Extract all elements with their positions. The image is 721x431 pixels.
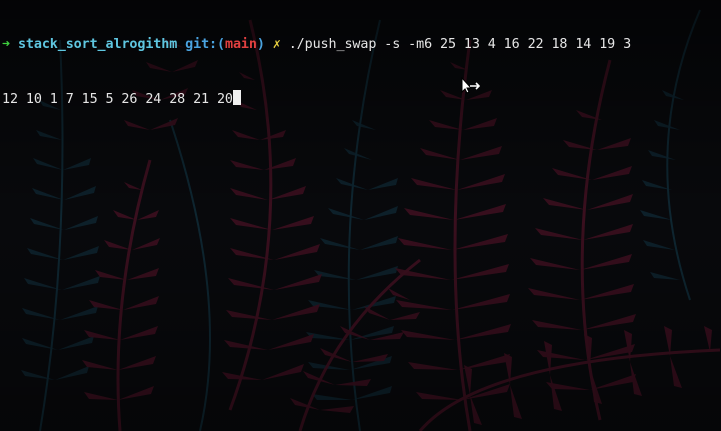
command-continuation-line: 12 10 1 7 15 5 26 24 28 21 20: [0, 90, 721, 108]
prompt-line: ➜ stack_sort_alrogithm git:(main) ✗ ./pu…: [0, 36, 721, 54]
git-label: git:: [185, 37, 218, 52]
resize-arrow-pointer-icon: [461, 77, 480, 94]
terminal-window[interactable]: ➜ stack_sort_alrogithm git:(main) ✗ ./pu…: [0, 0, 721, 431]
command-continuation: 12 10 1 7 15 5 26 24 28 21 20: [2, 92, 233, 107]
command-text: ./push_swap -s -m6 25 13 4 16 22 18 14 1…: [280, 37, 632, 52]
branch-paren-close: ): [256, 37, 265, 52]
block-cursor-icon: [232, 90, 241, 105]
terminal-output[interactable]: ➜ stack_sort_alrogithm git:(main) ✗ ./pu…: [0, 0, 721, 144]
prompt-arrow-icon: ➜: [2, 37, 10, 52]
branch-paren-open: (: [217, 37, 225, 52]
current-directory: stack_sort_alrogithm: [17, 37, 178, 52]
git-branch-name: main: [224, 37, 257, 52]
git-dirty-icon: ✗: [272, 37, 281, 52]
